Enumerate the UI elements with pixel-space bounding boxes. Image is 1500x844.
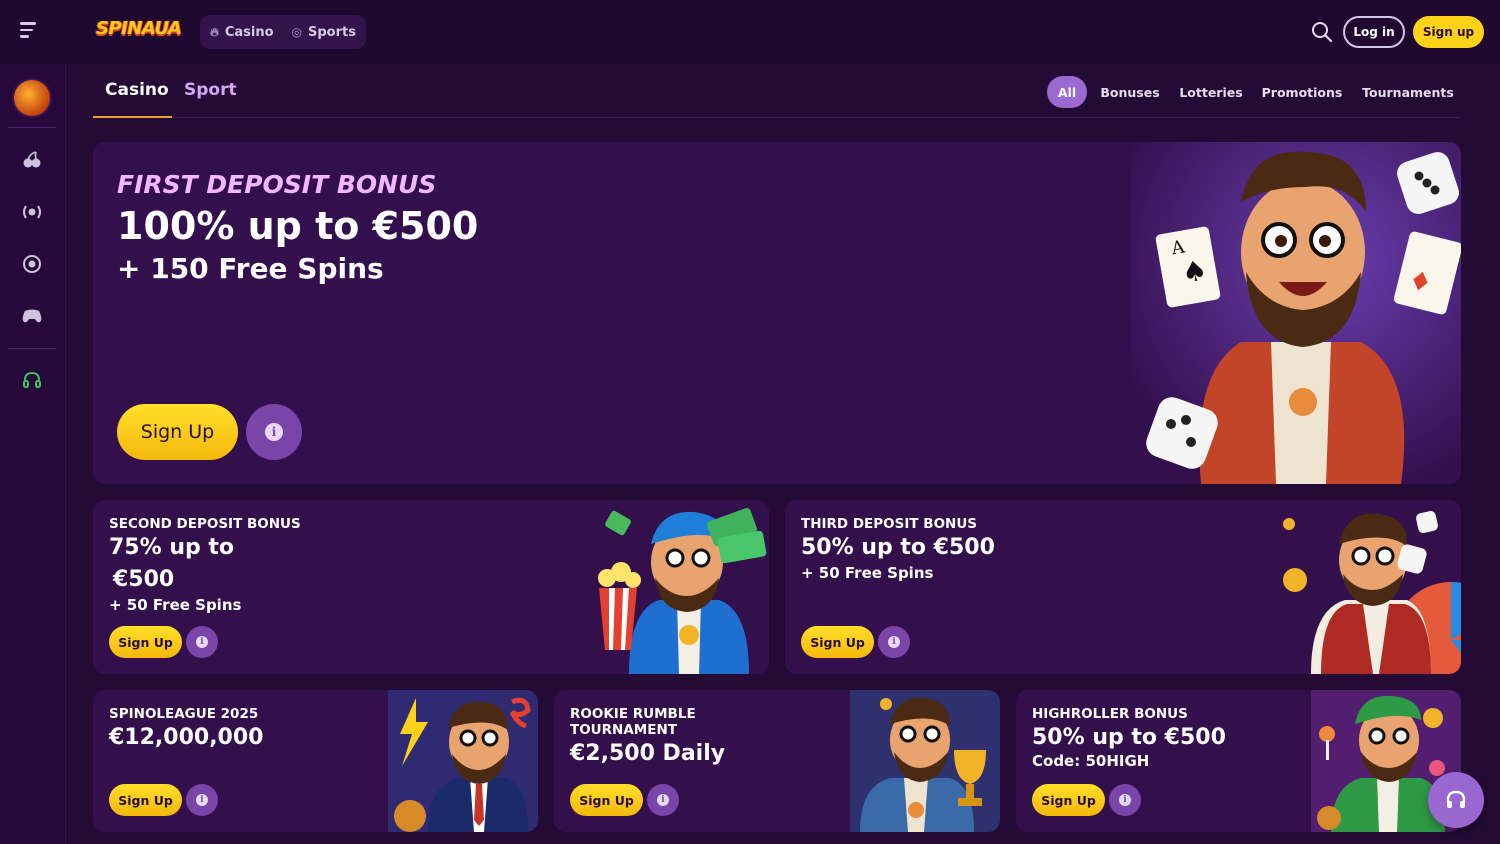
- card-title: SPINOLEAGUE 2025: [109, 706, 259, 722]
- top-bar: SPINAUA 🔥︎ Casino ◎ Sports Log in Sign u…: [0, 0, 1500, 64]
- sidebar: [0, 64, 66, 844]
- promo-card-highroller: HIGHROLLER BONUS 50% up to €500 Code: 50…: [1016, 690, 1461, 832]
- card-info-button[interactable]: i: [1109, 784, 1141, 816]
- card-info-button[interactable]: i: [186, 626, 218, 658]
- filter-lotteries[interactable]: Lotteries: [1177, 76, 1245, 108]
- top-tab-sports-label: Sports: [308, 24, 356, 40]
- gamepad-icon: [22, 309, 42, 323]
- hero-info-button[interactable]: i: [246, 404, 302, 460]
- mascot-wheel-illustration: [1283, 511, 1461, 674]
- info-icon: i: [265, 423, 283, 441]
- card-signup-button[interactable]: Sign Up: [570, 784, 643, 816]
- card-signup-button[interactable]: Sign Up: [1032, 784, 1105, 816]
- sidebar-item-slots[interactable]: [20, 148, 44, 172]
- hero-signup-button[interactable]: Sign Up: [117, 404, 238, 460]
- card-title-line2: TOURNAMENT: [570, 722, 677, 738]
- support-chat-button[interactable]: [1428, 772, 1484, 828]
- tabs-divider: [93, 117, 1461, 118]
- sidebar-item-live[interactable]: [20, 200, 44, 224]
- sidebar-divider: [8, 127, 56, 128]
- search-icon[interactable]: [1311, 21, 1333, 43]
- menu-icon[interactable]: [20, 22, 44, 42]
- card-free-spins: + 50 Free Spins: [801, 564, 934, 582]
- filter-all[interactable]: All: [1047, 76, 1087, 108]
- card-offer: 75% up to: [109, 535, 235, 560]
- top-tab-casino[interactable]: 🔥︎ Casino: [210, 25, 274, 40]
- card-title: THIRD DEPOSIT BONUS: [801, 516, 978, 532]
- promo-card-second-deposit: SECOND DEPOSIT BONUS 75% up to €500 + 50…: [93, 500, 769, 674]
- promo-card-rookie-rumble: ROOKIE RUMBLE TOURNAMENT €2,500 Daily Si…: [554, 690, 1000, 832]
- card-info-button[interactable]: i: [647, 784, 679, 816]
- card-info-button[interactable]: i: [878, 626, 910, 658]
- info-icon: i: [888, 636, 900, 648]
- card-code: Code: 50HIGH: [1032, 752, 1150, 770]
- promo-card-third-deposit: THIRD DEPOSIT BONUS 50% up to €500 + 50 …: [785, 500, 1461, 674]
- mascot-illustration: A ♠ ♦: [1131, 142, 1461, 484]
- sports-ball-icon: [23, 255, 41, 273]
- sidebar-item-games[interactable]: [20, 304, 44, 328]
- headset-icon: [1446, 790, 1466, 808]
- tab-sport[interactable]: Sport: [184, 80, 237, 100]
- fire-icon: 🔥︎: [210, 24, 219, 39]
- hero-offer: 100% up to €500: [117, 204, 479, 248]
- mascot-trophy-illustration: [850, 690, 1000, 832]
- card-info-button[interactable]: i: [186, 784, 218, 816]
- card-title: SECOND DEPOSIT BONUS: [109, 516, 301, 532]
- card-offer: 50% up to €500: [1032, 725, 1226, 750]
- card-prize: €12,000,000: [109, 725, 264, 750]
- mascot-popcorn-illustration: [598, 508, 767, 674]
- headset-icon: [23, 371, 41, 388]
- sidebar-item-sports[interactable]: [20, 252, 44, 276]
- info-icon: i: [657, 794, 669, 806]
- hero-banner: FIRST DEPOSIT BONUS 100% up to €500 + 15…: [93, 142, 1461, 484]
- hero-free-spins: + 150 Free Spins: [117, 252, 384, 285]
- top-tabs: 🔥︎ Casino ◎ Sports: [200, 15, 366, 49]
- card-signup-button[interactable]: Sign Up: [109, 784, 182, 816]
- info-icon: i: [196, 794, 208, 806]
- promo-avatar[interactable]: [14, 80, 50, 116]
- sidebar-divider: [8, 348, 56, 349]
- active-tab-indicator: [93, 116, 172, 118]
- card-signup-button[interactable]: Sign Up: [801, 626, 874, 658]
- signup-button[interactable]: Sign up: [1413, 16, 1484, 48]
- info-icon: i: [1119, 794, 1131, 806]
- info-icon: i: [196, 636, 208, 648]
- logo[interactable]: SPINAUA: [96, 18, 182, 44]
- live-broadcast-icon: [23, 205, 41, 219]
- card-prize: €2,500 Daily: [570, 741, 726, 766]
- filter-bonuses[interactable]: Bonuses: [1097, 76, 1163, 108]
- card-offer-amount: €500: [113, 567, 175, 592]
- promo-card-spinoleague: SPINOLEAGUE 2025 €12,000,000 Sign Up i: [93, 690, 538, 832]
- card-free-spins: + 50 Free Spins: [109, 596, 242, 614]
- login-button[interactable]: Log in: [1343, 16, 1405, 48]
- card-title-line1: ROOKIE RUMBLE: [570, 706, 696, 722]
- card-title: ROOKIE RUMBLE TOURNAMENT: [570, 706, 696, 738]
- card-signup-button[interactable]: Sign Up: [109, 626, 182, 658]
- card-offer: 50% up to €500: [801, 535, 995, 560]
- mascot-lightning-illustration: [388, 690, 538, 832]
- sidebar-item-support[interactable]: [20, 368, 44, 392]
- card-title: HIGHROLLER BONUS: [1032, 706, 1188, 722]
- top-tab-casino-label: Casino: [224, 24, 274, 40]
- top-tab-sports[interactable]: ◎ Sports: [292, 25, 356, 40]
- hero-title: FIRST DEPOSIT BONUS: [117, 170, 437, 199]
- filter-promotions[interactable]: Promotions: [1260, 76, 1344, 108]
- cherries-icon: [23, 151, 41, 168]
- ball-icon: ◎: [291, 25, 302, 39]
- tab-casino[interactable]: Casino: [105, 80, 169, 100]
- filter-tournaments[interactable]: Tournaments: [1360, 76, 1456, 108]
